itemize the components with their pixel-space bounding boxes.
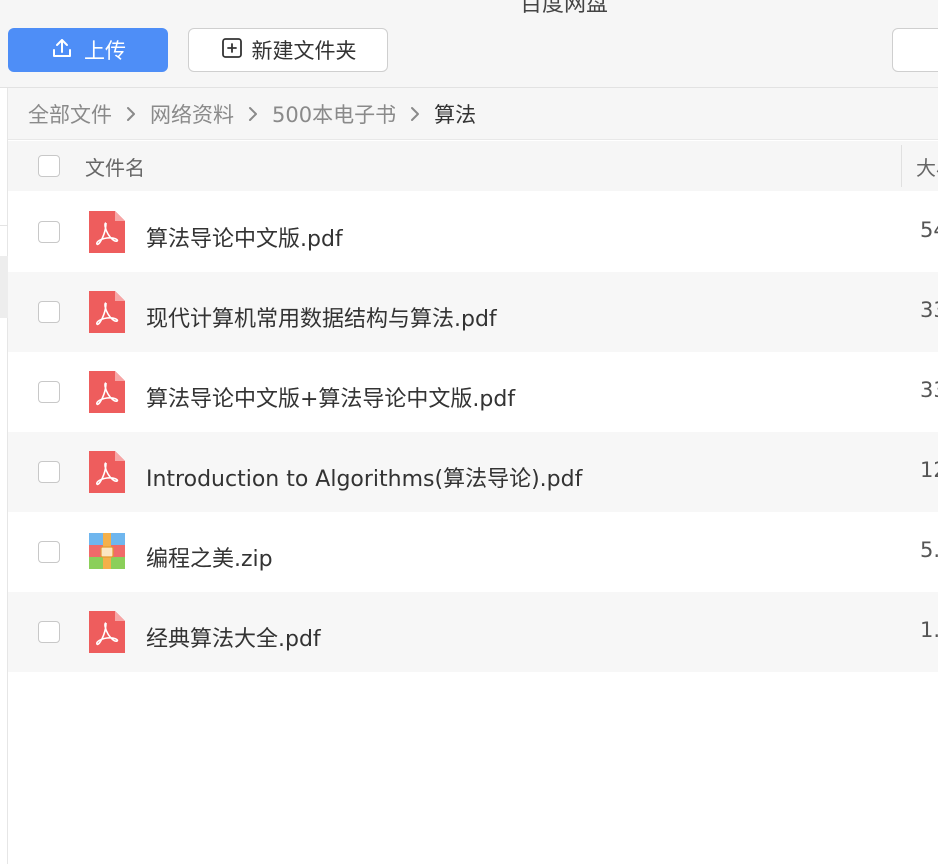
breadcrumb: 全部文件 网络资料 500本电子书 算法: [8, 88, 938, 140]
file-name[interactable]: Introduction to Algorithms(算法导论).pdf: [146, 461, 582, 493]
window-title: 百度网盘: [520, 0, 609, 17]
row-checkbox[interactable]: [38, 461, 60, 483]
breadcrumb-item-ebooks[interactable]: 500本电子书: [272, 99, 396, 129]
file-list: 算法导论中文版.pdf 54 现代计算机常用数据结构与算法.pdf 33 算法导…: [8, 192, 938, 672]
row-checkbox[interactable]: [38, 621, 60, 643]
upload-label: 上传: [84, 39, 126, 63]
file-name[interactable]: 算法导论中文版.pdf: [146, 221, 343, 253]
new-folder-button[interactable]: 新建文件夹: [188, 28, 388, 72]
file-size: 33: [920, 378, 938, 402]
table-row[interactable]: 编程之美.zip 5.: [8, 512, 938, 592]
pdf-file-icon: [89, 371, 125, 413]
toolbar: 百度网盘 上传 新建文件夹: [0, 0, 938, 88]
file-name[interactable]: 编程之美.zip: [146, 541, 273, 573]
table-header: 文件名 大小: [8, 141, 938, 191]
table-row[interactable]: 算法导论中文版.pdf 54: [8, 192, 938, 272]
breadcrumb-item-current: 算法: [434, 102, 477, 127]
row-checkbox[interactable]: [38, 301, 60, 323]
file-name[interactable]: 算法导论中文版+算法导论中文版.pdf: [146, 381, 515, 413]
sidebar: [0, 88, 8, 864]
column-header-name[interactable]: 文件名: [85, 152, 145, 181]
table-row[interactable]: 算法导论中文版+算法导论中文版.pdf 33: [8, 352, 938, 432]
upload-button[interactable]: 上传: [8, 28, 168, 72]
table-row[interactable]: Introduction to Algorithms(算法导论).pdf 12: [8, 432, 938, 512]
chevron-right-icon: [410, 106, 420, 122]
pdf-file-icon: [89, 451, 125, 493]
pdf-file-icon: [89, 611, 125, 653]
upload-icon: [50, 36, 74, 65]
folder-plus-icon: [220, 36, 244, 65]
table-row[interactable]: 经典算法大全.pdf 1.: [8, 592, 938, 672]
sidebar-item-selected[interactable]: [0, 256, 8, 318]
file-size: 12: [920, 458, 938, 482]
pdf-file-icon: [89, 291, 125, 333]
sidebar-divider: [0, 225, 8, 226]
select-all-checkbox[interactable]: [38, 155, 60, 177]
file-size: 33: [920, 298, 938, 322]
pdf-file-icon: [89, 211, 125, 253]
file-size: 5.: [920, 538, 938, 562]
column-divider[interactable]: [901, 145, 902, 187]
breadcrumb-item-all-files[interactable]: 全部文件: [28, 99, 112, 129]
breadcrumb-item-network[interactable]: 网络资料: [150, 99, 234, 129]
row-checkbox[interactable]: [38, 541, 60, 563]
row-checkbox[interactable]: [38, 221, 60, 243]
chevron-right-icon: [126, 106, 136, 122]
file-name[interactable]: 现代计算机常用数据结构与算法.pdf: [146, 301, 497, 333]
zip-file-icon: [89, 531, 125, 573]
column-header-size[interactable]: 大小: [916, 152, 938, 181]
file-size: 54: [920, 218, 938, 242]
search-input[interactable]: [892, 28, 938, 72]
row-checkbox[interactable]: [38, 381, 60, 403]
file-size: 1.: [920, 618, 938, 642]
new-folder-label: 新建文件夹: [251, 39, 357, 63]
file-name[interactable]: 经典算法大全.pdf: [146, 621, 321, 653]
chevron-right-icon: [248, 106, 258, 122]
table-row[interactable]: 现代计算机常用数据结构与算法.pdf 33: [8, 272, 938, 352]
